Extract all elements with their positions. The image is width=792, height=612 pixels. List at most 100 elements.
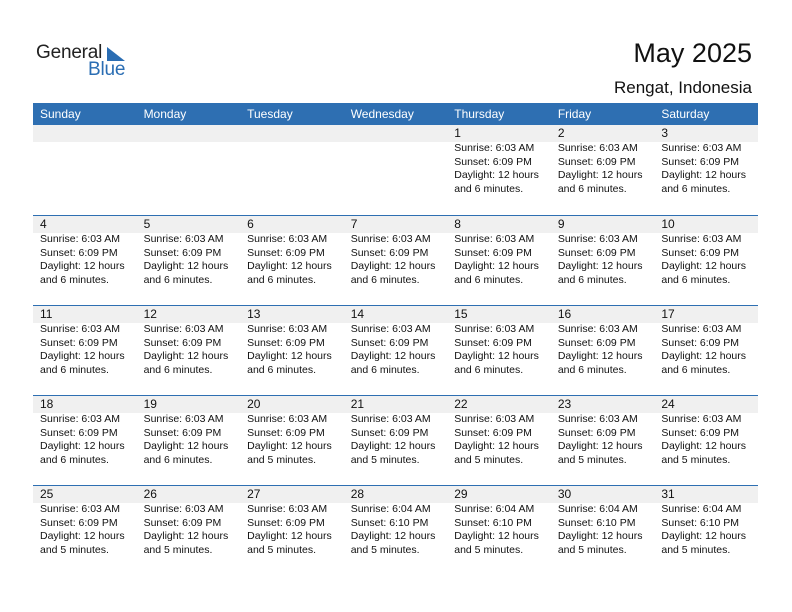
daylight-minutes-text: and 6 minutes. [454,273,524,286]
daylight-text: Daylight: 12 hours [247,440,332,453]
day-cell: 25 Sunrise: 6:03 AM Sunset: 6:09 PM Dayligh… [33,486,137,557]
day-cell: 13 Sunrise: 6:03 AM Sunset: 6:09 PM Dayligh… [240,306,344,377]
sunset-text: Sunset: 6:09 PM [40,426,118,439]
daylight-text: Daylight: 12 hours [557,440,643,453]
day-number: 30 [557,487,572,501]
daylight-minutes-text: and 6 minutes. [350,363,420,376]
daylight-text: Daylight: 12 hours [557,260,643,273]
daylight-text: Daylight: 12 hours [350,350,436,363]
daylight-minutes-text: and 6 minutes. [40,363,109,376]
daylight-text: Daylight: 12 hours [557,169,643,182]
sunrise-text: Sunrise: 6:03 AM [454,233,535,245]
daylight-minutes-text: and 5 minutes. [454,453,524,466]
daylight-minutes-text: and 6 minutes. [557,273,627,286]
daylight-text: Daylight: 12 hours [454,169,539,182]
sunset-text: Sunset: 6:09 PM [40,516,118,529]
week-cells: 18 Sunrise: 6:03 AM Sunset: 6:09 PM Dayligh… [33,396,758,467]
empty-day-cell [137,125,241,196]
weekday-sunday: Sunday [40,107,81,121]
daylight-minutes-text: and 6 minutes. [143,273,213,286]
day-number: 3 [661,126,669,140]
sunset-text: Sunset: 6:09 PM [143,246,222,259]
sunset-text: Sunset: 6:09 PM [40,336,118,349]
day-number: 13 [247,307,261,321]
week-row: 1 Sunrise: 6:03 AM Sunset: 6:09 PM Daylight… [33,125,758,215]
sunset-text: Sunset: 6:09 PM [40,246,118,259]
sunrise-text: Sunrise: 6:03 AM [661,323,742,335]
daylight-minutes-text: and 6 minutes. [557,363,627,376]
daylight-minutes-text: and 6 minutes. [40,453,109,466]
sunrise-text: Sunrise: 6:03 AM [40,323,120,335]
sunset-text: Sunset: 6:09 PM [661,426,740,439]
daylight-minutes-text: and 6 minutes. [143,453,213,466]
day-cell: 14 Sunrise: 6:03 AM Sunset: 6:09 PM Dayligh… [344,306,448,377]
weeks-container: 1 Sunrise: 6:03 AM Sunset: 6:09 PM Daylight… [33,125,758,575]
sunrise-text: Sunrise: 6:03 AM [557,323,638,335]
daylight-minutes-text: and 5 minutes. [557,453,627,466]
sunrise-text: Sunrise: 6:03 AM [247,323,328,335]
day-cell: 9 Sunrise: 6:03 AM Sunset: 6:09 PM Daylight… [551,216,655,287]
logo-word-blue: Blue [88,59,126,80]
sunrise-text: Sunrise: 6:03 AM [350,233,431,245]
logo: General Blue [36,42,136,82]
week-cells: 1 Sunrise: 6:03 AM Sunset: 6:09 PM Daylight… [33,125,758,196]
day-number: 25 [40,487,54,501]
triangle-flag-icon [107,47,125,61]
day-number: 21 [350,397,365,411]
sunset-text: Sunset: 6:09 PM [557,426,636,439]
day-number: 28 [350,487,365,501]
sunrise-text: Sunrise: 6:04 AM [557,503,638,515]
daylight-minutes-text: and 6 minutes. [143,363,213,376]
day-cell: 27 Sunrise: 6:03 AM Sunset: 6:09 PM Dayligh… [240,486,344,557]
day-cell: 20 Sunrise: 6:03 AM Sunset: 6:09 PM Dayligh… [240,396,344,467]
day-cell: 17 Sunrise: 6:03 AM Sunset: 6:09 PM Dayligh… [654,306,758,377]
daylight-minutes-text: and 6 minutes. [350,273,420,286]
sunset-text: Sunset: 6:09 PM [247,336,325,349]
day-number: 2 [557,126,565,140]
sunset-text: Sunset: 6:10 PM [661,516,740,529]
daylight-text: Daylight: 12 hours [40,260,125,273]
sunset-text: Sunset: 6:10 PM [557,516,636,529]
weekday-wednesday: Wednesday [350,107,414,121]
sunset-text: Sunset: 6:09 PM [350,246,429,259]
day-number: 29 [454,487,468,501]
sunrise-text: Sunrise: 6:04 AM [661,503,742,515]
daylight-text: Daylight: 12 hours [143,440,229,453]
daylight-text: Daylight: 12 hours [661,350,747,363]
daylight-minutes-text: and 6 minutes. [247,273,317,286]
daylight-text: Daylight: 12 hours [454,440,539,453]
week-cells: 11 Sunrise: 6:03 AM Sunset: 6:09 PM Dayligh… [33,306,758,377]
sunrise-text: Sunrise: 6:03 AM [143,323,224,335]
daylight-minutes-text: and 5 minutes. [454,543,524,556]
sunrise-text: Sunrise: 6:03 AM [454,142,535,154]
daylight-text: Daylight: 12 hours [454,260,539,273]
day-number: 11 [40,307,53,321]
sunset-text: Sunset: 6:09 PM [454,336,532,349]
day-number: 4 [40,217,47,231]
sunrise-text: Sunrise: 6:03 AM [247,413,328,425]
day-cell: 4 Sunrise: 6:03 AM Sunset: 6:09 PM Daylight… [33,216,137,287]
daylight-text: Daylight: 12 hours [143,530,229,543]
daylight-minutes-text: and 6 minutes. [661,273,731,286]
day-number: 31 [661,487,675,501]
sunrise-text: Sunrise: 6:03 AM [557,233,638,245]
day-number: 18 [40,397,54,411]
sunrise-text: Sunrise: 6:04 AM [454,503,535,515]
daylight-text: Daylight: 12 hours [557,530,643,543]
sunset-text: Sunset: 6:09 PM [247,426,325,439]
day-cell: 26 Sunrise: 6:03 AM Sunset: 6:09 PM Dayligh… [137,486,241,557]
week-row: 18 Sunrise: 6:03 AM Sunset: 6:09 PM Dayligh… [33,395,758,485]
day-cell: 3 Sunrise: 6:03 AM Sunset: 6:09 PM Daylight… [654,125,758,196]
weekday-thursday: Thursday [454,107,505,121]
sunrise-text: Sunrise: 6:03 AM [557,413,638,425]
sunrise-text: Sunrise: 6:03 AM [143,233,224,245]
sunrise-text: Sunrise: 6:03 AM [40,503,120,515]
week-row: 4 Sunrise: 6:03 AM Sunset: 6:09 PM Daylight… [33,215,758,305]
daylight-text: Daylight: 12 hours [40,350,125,363]
daylight-text: Daylight: 12 hours [247,530,332,543]
day-number: 24 [661,397,675,411]
sunrise-text: Sunrise: 6:03 AM [454,323,535,335]
calendar-grid: Sunday Monday Tuesday Wednesday Thursday… [33,103,758,575]
empty-day-cell [240,125,344,196]
daylight-text: Daylight: 12 hours [661,440,747,453]
